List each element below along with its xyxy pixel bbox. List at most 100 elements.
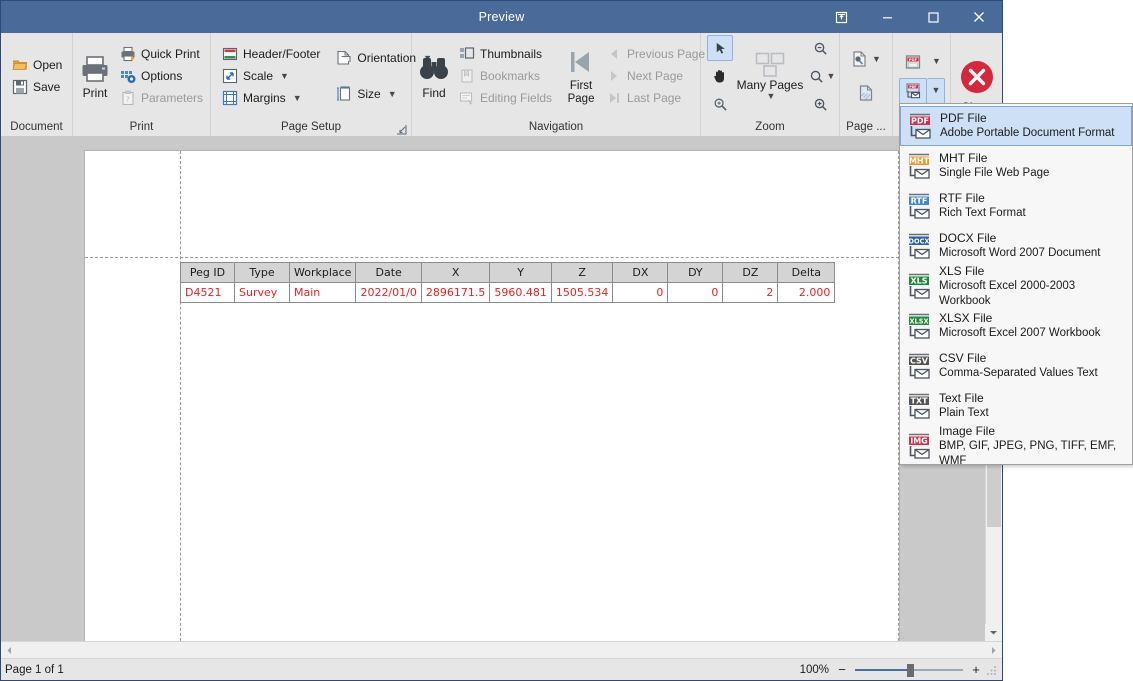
- ribbon-display-options-button[interactable]: [818, 1, 864, 33]
- table-row: D4521 Survey Main 2022/01/0 2896171.5 59…: [181, 283, 835, 303]
- column-header-dy: DY: [668, 263, 723, 283]
- status-bar: Page 1 of 1 100% − +: [1, 658, 1002, 680]
- column-header-date: Date: [356, 263, 421, 283]
- zoom-out-button-status[interactable]: −: [836, 663, 848, 676]
- horizontal-scrollbar-track[interactable]: [18, 642, 985, 658]
- ribbon-group-document: Open Save Document: [1, 33, 73, 137]
- document-viewer[interactable]: Peg ID Type Workplace Date X Y Z DX DY D…: [1, 137, 1002, 641]
- scroll-left-button[interactable]: [1, 642, 18, 658]
- thumbnails-button[interactable]: Thumbnails: [454, 43, 557, 65]
- chevron-down-icon: [989, 628, 998, 637]
- next-page-icon: [606, 68, 622, 84]
- export-menu-item-csv[interactable]: CSVCSV FileComma-Separated Values Text: [900, 346, 1132, 386]
- scroll-down-button[interactable]: [985, 624, 1002, 641]
- window-title: Preview: [479, 10, 525, 24]
- svg-text:PDF: PDF: [908, 58, 917, 62]
- cell-dz: 2: [723, 283, 778, 303]
- export-menu-item-rtf[interactable]: RTFRTF FileRich Text Format: [900, 186, 1132, 226]
- maximize-button[interactable]: [910, 1, 956, 33]
- export-menu-item-img[interactable]: IMGImage FileBMP, GIF, JPEG, PNG, TIFF, …: [900, 426, 1132, 466]
- export-to-button[interactable]: PDF: [899, 49, 927, 75]
- scroll-right-button[interactable]: [985, 642, 1002, 658]
- close-button[interactable]: [956, 1, 1002, 33]
- export-to-dropdown[interactable]: ▼: [927, 49, 945, 75]
- export-menu-item-subtitle: Rich Text Format: [939, 206, 1026, 221]
- hand-tool-button[interactable]: [707, 63, 733, 89]
- header-footer-label: Header/Footer: [243, 47, 320, 61]
- editing-fields-label: Editing Fields: [480, 91, 552, 105]
- print-options-label: Options: [141, 69, 182, 83]
- xls-file-icon: XLS: [906, 272, 932, 300]
- cell-z: 1505.534: [551, 283, 613, 303]
- page-background-button[interactable]: [853, 80, 879, 106]
- zoom-icon: [809, 69, 824, 84]
- print-button[interactable]: Print: [79, 51, 111, 102]
- open-button[interactable]: Open: [7, 54, 67, 76]
- zoom-dropdown-button[interactable]: ▼: [807, 63, 837, 89]
- csv-file-icon: CSV: [906, 352, 932, 380]
- save-button[interactable]: Save: [7, 76, 67, 98]
- svg-text:XLSX: XLSX: [909, 317, 928, 325]
- send-via-email-dropdown[interactable]: ▼: [927, 78, 945, 104]
- first-page-button[interactable]: First Page: [565, 44, 597, 108]
- magnifier-tool-button[interactable]: [707, 91, 733, 117]
- export-menu-item-txt[interactable]: TXTText FilePlain Text: [900, 386, 1132, 426]
- zoom-out-icon: [813, 41, 828, 56]
- close-circle-icon: [957, 57, 997, 97]
- report-page: Peg ID Type Workplace Date X Y Z DX DY D…: [84, 150, 900, 641]
- printer-icon: [79, 53, 111, 85]
- column-header-z: Z: [551, 263, 613, 283]
- export-menu-item-xlsx[interactable]: XLSXXLSX FileMicrosoft Excel 2007 Workbo…: [900, 306, 1132, 346]
- hand-tool-icon: [712, 68, 728, 84]
- previous-page-button: Previous Page: [601, 43, 710, 65]
- watermark-button[interactable]: ▼: [846, 46, 886, 72]
- export-menu-item-pdf[interactable]: PDFPDF FileAdobe Portable Document Forma…: [900, 106, 1132, 146]
- first-page-icon: [565, 46, 597, 78]
- many-pages-button[interactable]: Many Pages ▼: [735, 49, 805, 103]
- export-menu-item-subtitle: Plain Text: [939, 406, 989, 421]
- column-header-delta: Delta: [778, 263, 835, 283]
- find-button[interactable]: Find: [418, 51, 450, 102]
- column-header-dx: DX: [613, 263, 668, 283]
- svg-text:?: ?: [126, 96, 130, 104]
- chevron-down-icon: ▼: [388, 90, 397, 99]
- zoom-out-button[interactable]: [807, 35, 833, 61]
- next-page-button: Next Page: [601, 65, 710, 87]
- ribbon-group-zoom-title: Zoom: [701, 119, 839, 137]
- send-via-email-button[interactable]: PDF: [899, 78, 927, 104]
- zoom-slider[interactable]: [855, 663, 963, 677]
- svg-text:DOCX: DOCX: [908, 237, 929, 245]
- img-file-icon: IMG: [906, 432, 932, 460]
- zoom-slider-knob[interactable]: [907, 664, 914, 677]
- header-footer-button[interactable]: Header/Footer: [217, 43, 325, 65]
- margins-button[interactable]: Margins ▼: [217, 87, 325, 109]
- ribbon-group-document-title: Document: [1, 119, 72, 137]
- zoom-in-button[interactable]: [807, 91, 833, 117]
- ribbon-group-page-setup: Header/Footer Scale ▼ Margins ▼: [211, 33, 412, 137]
- ribbon-group-zoom: Many Pages ▼ ▼: [701, 33, 840, 137]
- export-menu-item-xls[interactable]: XLSXLS FileMicrosoft Excel 2000-2003 Wor…: [900, 266, 1132, 306]
- last-page-button: Last Page: [601, 87, 710, 109]
- margin-guide-bottom: [85, 257, 899, 258]
- header-footer-icon: [222, 46, 238, 62]
- zoom-in-button-status[interactable]: +: [970, 663, 982, 676]
- resize-grip-icon[interactable]: [986, 664, 998, 676]
- scale-button[interactable]: Scale ▼: [217, 65, 325, 87]
- last-page-icon: [606, 90, 622, 106]
- cell-delta: 2.000: [778, 283, 835, 303]
- chevron-down-icon: ▼: [932, 57, 941, 66]
- export-menu-item-subtitle: Single File Web Page: [939, 166, 1049, 181]
- horizontal-scrollbar[interactable]: [1, 641, 1002, 658]
- bookmarks-icon: [459, 68, 475, 84]
- page-setup-dialog-launcher-icon[interactable]: [396, 124, 407, 135]
- bookmarks-button: Bookmarks: [454, 65, 557, 87]
- column-header-workplace: Workplace: [290, 263, 356, 283]
- minimize-button[interactable]: [864, 1, 910, 33]
- chevron-down-icon: ▼: [280, 72, 289, 81]
- quick-print-button[interactable]: Quick Print: [115, 43, 208, 65]
- export-menu-item-mht[interactable]: MHTMHT FileSingle File Web Page: [900, 146, 1132, 186]
- pointer-tool-button[interactable]: [707, 35, 733, 61]
- print-options-button[interactable]: Options: [115, 65, 208, 87]
- export-menu-item-docx[interactable]: DOCXDOCX FileMicrosoft Word 2007 Documen…: [900, 226, 1132, 266]
- cell-peg-id: D4521: [181, 283, 235, 303]
